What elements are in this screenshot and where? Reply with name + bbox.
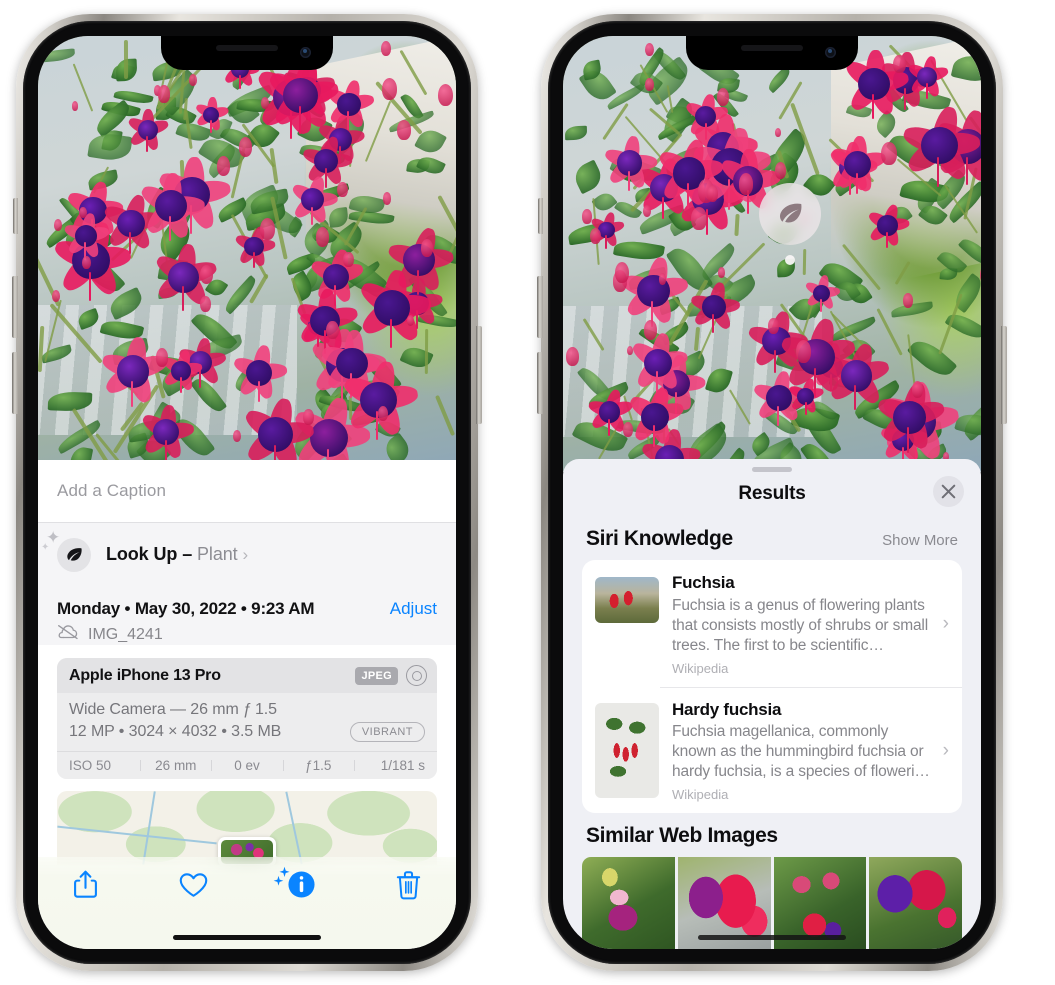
- info-button[interactable]: [273, 866, 316, 899]
- knowledge-source: Wikipedia: [672, 787, 729, 802]
- exif-card-header: Apple iPhone 13 Pro JPEG: [57, 658, 437, 693]
- screen-right: Results Siri Knowledge Show More Fuchsia…: [563, 36, 981, 949]
- notch-right: [686, 36, 858, 70]
- similar-web-images-header: Similar Web Images: [563, 813, 981, 853]
- leaf-icon: ✦ ✦: [41, 529, 91, 572]
- mute-switch-left[interactable]: [13, 198, 18, 234]
- adjust-button[interactable]: Adjust: [390, 599, 437, 619]
- photo-date: Monday • May 30, 2022 • 9:23 AM: [57, 599, 315, 618]
- show-more-button[interactable]: Show More: [882, 532, 958, 549]
- iphone-right: Results Siri Knowledge Show More Fuchsia…: [537, 14, 1007, 971]
- power-button-left[interactable]: [476, 326, 482, 424]
- exif-stat: 26 mm: [140, 758, 211, 773]
- iphone-left: Add a Caption ✦ ✦ Look Up – Plant › Mond…: [12, 14, 482, 971]
- page-title: Results: [738, 483, 806, 505]
- look-up-subject: Plant: [197, 544, 238, 564]
- section-title: Similar Web Images: [586, 824, 778, 847]
- sparkle-icon-small: [273, 875, 284, 886]
- sparkle-icon-small: ✦: [41, 541, 50, 553]
- knowledge-description: Fuchsia magellanica, commonly known as t…: [672, 723, 930, 781]
- knowledge-title: Hardy fuchsia: [672, 699, 782, 719]
- look-up-label: Look Up – Plant ›: [106, 544, 249, 564]
- exif-stat: ƒ1.5: [282, 758, 354, 773]
- knowledge-description: Fuchsia is a genus of flowering plants t…: [672, 596, 929, 654]
- aperture-icon: [406, 665, 427, 686]
- power-button-right[interactable]: [1001, 326, 1007, 424]
- screen-left: Add a Caption ✦ ✦ Look Up – Plant › Mond…: [38, 36, 456, 949]
- home-indicator-right[interactable]: [698, 935, 846, 940]
- front-camera-icon: [825, 47, 836, 58]
- delete-button[interactable]: [395, 870, 422, 900]
- exif-card-body: Wide Camera — 26 mm ƒ 1.5 12 MP • 3024 ×…: [57, 693, 437, 751]
- earpiece-speaker: [741, 45, 803, 51]
- caption-input[interactable]: Add a Caption: [38, 459, 456, 522]
- image-size-info: 12 MP • 3024 × 4032 • 3.5 MB: [69, 723, 282, 740]
- volume-up-button-left[interactable]: [12, 276, 18, 338]
- file-name: IMG_4241: [88, 625, 163, 643]
- similar-image-4[interactable]: [869, 857, 962, 949]
- photo-viewer[interactable]: [38, 36, 456, 470]
- volume-down-button-right[interactable]: [537, 352, 543, 414]
- front-camera-icon: [300, 47, 311, 58]
- caption-placeholder: Add a Caption: [57, 480, 167, 500]
- mute-switch-right[interactable]: [538, 198, 543, 234]
- chevron-right-icon: ›: [942, 613, 949, 635]
- earpiece-speaker: [216, 45, 278, 51]
- chevron-right-icon: ›: [242, 545, 249, 564]
- volume-up-button-right[interactable]: [537, 276, 543, 338]
- exif-stat: ISO 50: [69, 758, 112, 773]
- visual-look-up-badge[interactable]: [759, 183, 821, 245]
- metadata-block: Monday • May 30, 2022 • 9:23 AM Adjust I…: [38, 586, 456, 645]
- photo-viewer-right[interactable]: [563, 36, 981, 472]
- location-map[interactable]: [57, 791, 437, 865]
- exif-stat: 0 ev: [211, 758, 282, 773]
- close-icon: [941, 485, 956, 499]
- section-title: Siri Knowledge: [586, 527, 733, 551]
- photographic-style-badge: VIBRANT: [349, 722, 425, 742]
- exif-stats-row: ISO 50 26 mm 0 ev ƒ1.5 1/181 s: [57, 751, 437, 779]
- similar-image-1[interactable]: [582, 857, 675, 949]
- volume-down-button-left[interactable]: [12, 352, 18, 414]
- knowledge-source: Wikipedia: [672, 660, 729, 676]
- siri-knowledge-header: Siri Knowledge Show More: [563, 516, 981, 560]
- look-up-row[interactable]: ✦ ✦ Look Up – Plant ›: [38, 521, 456, 586]
- favorite-button[interactable]: [178, 871, 209, 899]
- exif-stat: 1/181 s: [353, 758, 431, 773]
- visual-look-up-anchor-dot: [785, 255, 795, 265]
- results-sheet: Results Siri Knowledge Show More Fuchsia…: [563, 459, 981, 949]
- exif-card[interactable]: Apple iPhone 13 Pro JPEG Wide Camera — 2…: [57, 658, 437, 779]
- notch-left: [161, 36, 333, 70]
- thumbnail-image: [595, 577, 659, 624]
- format-badge: JPEG: [355, 666, 398, 685]
- results-header: Results: [563, 472, 981, 516]
- knowledge-item-hardy-fuchsia[interactable]: Hardy fuchsia Fuchsia magellanica, commo…: [582, 686, 962, 813]
- chevron-right-icon: ›: [942, 739, 949, 761]
- thumbnail-image: [595, 702, 659, 798]
- knowledge-title: Fuchsia: [672, 573, 735, 593]
- icloud-slash-icon: [57, 624, 79, 645]
- home-indicator-left[interactable]: [173, 935, 321, 940]
- leaf-icon: [779, 203, 802, 223]
- device-name: Apple iPhone 13 Pro: [69, 666, 221, 684]
- knowledge-item-fuchsia[interactable]: Fuchsia Fuchsia is a genus of flowering …: [582, 560, 962, 686]
- share-button[interactable]: [72, 869, 99, 900]
- knowledge-card-list: Fuchsia Fuchsia is a genus of flowering …: [582, 560, 962, 813]
- screenshot-root: Add a Caption ✦ ✦ Look Up – Plant › Mond…: [0, 0, 1055, 985]
- lens-info: Wide Camera — 26 mm ƒ 1.5: [69, 701, 277, 718]
- close-button[interactable]: [933, 476, 964, 508]
